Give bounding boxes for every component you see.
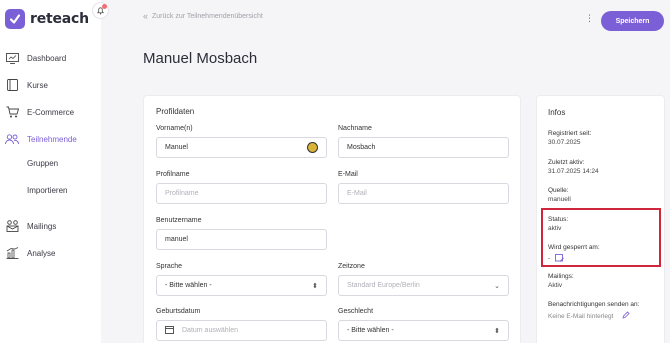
chevron-down-icon: ⌄ bbox=[494, 282, 500, 290]
back-link-label: Zurück zur Teilnehmendenübersicht bbox=[152, 12, 263, 20]
logo-mark-icon bbox=[5, 9, 25, 29]
password-manager-icon[interactable] bbox=[307, 142, 318, 153]
registriert-label: Registriert seit: bbox=[548, 130, 592, 137]
nachname-input[interactable]: Mosbach bbox=[338, 137, 509, 158]
vorname-input[interactable]: Manuel bbox=[156, 137, 327, 158]
profile-card: Profildaten Vorname(n) Manuel Nachname M… bbox=[143, 95, 521, 343]
select-arrows-icon: ⬍ bbox=[312, 282, 318, 290]
geburtsdatum-placeholder: Datum auswählen bbox=[182, 327, 239, 334]
select-arrows-icon: ⬍ bbox=[494, 327, 500, 335]
geschlecht-label: Geschlecht bbox=[338, 308, 374, 315]
vorname-label: Vorname(n) bbox=[156, 125, 193, 132]
zeitzone-value: Standard Europe/Berlin bbox=[347, 282, 420, 289]
zuletzt-aktiv-value: 31.07.2025 14:24 bbox=[548, 168, 599, 175]
sidebar-item-label: Analyse bbox=[27, 248, 56, 258]
more-options-icon[interactable]: ⋮ bbox=[585, 13, 594, 24]
vorname-value: Manuel bbox=[165, 144, 188, 151]
benachrichtigung-row: Keine E-Mail hinterlegt bbox=[548, 311, 630, 321]
geburtsdatum-label: Geburtsdatum bbox=[156, 308, 201, 315]
zuletzt-aktiv-label: Zuletzt aktiv: bbox=[548, 159, 585, 166]
quelle-label: Quelle: bbox=[548, 187, 569, 194]
sprache-value: - Bitte wählen - bbox=[165, 282, 212, 289]
email-label: E-Mail bbox=[338, 171, 358, 178]
mailings-value: Aktiv bbox=[548, 282, 563, 289]
geschlecht-select[interactable]: - Bitte wählen - ⬍ bbox=[338, 320, 509, 341]
cart-icon bbox=[5, 106, 19, 118]
benutzername-value: manuel bbox=[165, 236, 188, 243]
profile-section-title: Profildaten bbox=[156, 107, 195, 116]
sidebar-item-label: Kurse bbox=[27, 80, 48, 90]
sidebar-item-kurse[interactable]: Kurse bbox=[5, 79, 48, 91]
mail-users-icon bbox=[5, 220, 19, 232]
benachrichtigung-label: Benachrichtigungen senden an: bbox=[548, 301, 640, 308]
sprache-label: Sprache bbox=[156, 263, 183, 270]
benutzername-label: Benutzername bbox=[156, 217, 202, 224]
dashboard-icon bbox=[5, 52, 19, 64]
sidebar-item-mailings[interactable]: Mailings bbox=[5, 220, 56, 232]
email-input[interactable]: E-Mail bbox=[338, 183, 509, 204]
sidebar-subitem-gruppen[interactable]: Gruppen bbox=[27, 159, 58, 168]
sidebar-item-label: Teilnehmende bbox=[27, 134, 77, 144]
pencil-icon[interactable] bbox=[622, 311, 630, 321]
logo-text: reteach bbox=[30, 11, 89, 27]
sidebar-subitem-importieren[interactable]: Importieren bbox=[27, 186, 67, 195]
geburtsdatum-input[interactable]: Datum auswählen bbox=[156, 320, 327, 341]
sidebar-item-e-commerce[interactable]: E-Commerce bbox=[5, 106, 74, 118]
sprache-select[interactable]: - Bitte wählen - ⬍ bbox=[156, 275, 327, 296]
nachname-label: Nachname bbox=[338, 125, 372, 132]
profilname-input[interactable]: Profilname bbox=[156, 183, 327, 204]
profilname-placeholder: Profilname bbox=[165, 190, 199, 197]
chart-icon bbox=[5, 247, 19, 259]
zeitzone-select[interactable]: Standard Europe/Berlin ⌄ bbox=[338, 275, 509, 296]
logo[interactable]: reteach bbox=[5, 9, 89, 29]
email-placeholder: E-Mail bbox=[347, 190, 367, 197]
double-chevron-left-icon: « bbox=[143, 11, 149, 21]
nachname-value: Mosbach bbox=[347, 144, 376, 151]
book-icon bbox=[5, 79, 19, 91]
benachrichtigung-value: Keine E-Mail hinterlegt bbox=[548, 312, 614, 320]
sidebar-item-teilnehmende[interactable]: Teilnehmende bbox=[5, 133, 77, 145]
mailings-label: Mailings: bbox=[548, 273, 574, 280]
sidebar-item-label: Dashboard bbox=[27, 53, 67, 63]
sidebar-item-label: E-Commerce bbox=[27, 107, 75, 117]
back-link[interactable]: « Zurück zur Teilnehmendenübersicht bbox=[143, 11, 263, 21]
save-button[interactable]: Speichern bbox=[601, 11, 664, 31]
page-title: Manuel Mosbach bbox=[143, 50, 258, 67]
benutzername-input[interactable]: manuel bbox=[156, 229, 327, 250]
registriert-value: 30.07.2025 bbox=[548, 139, 581, 146]
geschlecht-value: - Bitte wählen - bbox=[347, 327, 394, 334]
highlight-box bbox=[541, 208, 661, 267]
quelle-value: manuell bbox=[548, 196, 571, 203]
zeitzone-label: Zeitzone bbox=[338, 263, 365, 270]
sidebar-item-dashboard[interactable]: Dashboard bbox=[5, 52, 66, 64]
users-icon bbox=[5, 133, 19, 145]
info-title: Infos bbox=[548, 108, 566, 117]
notification-dot bbox=[102, 4, 107, 9]
calendar-icon bbox=[165, 325, 174, 336]
profilname-label: Profilname bbox=[156, 171, 190, 178]
sidebar-item-label: Mailings bbox=[27, 221, 57, 231]
sidebar-item-analyse[interactable]: Analyse bbox=[5, 247, 55, 259]
notification-bell-button[interactable] bbox=[92, 2, 109, 19]
